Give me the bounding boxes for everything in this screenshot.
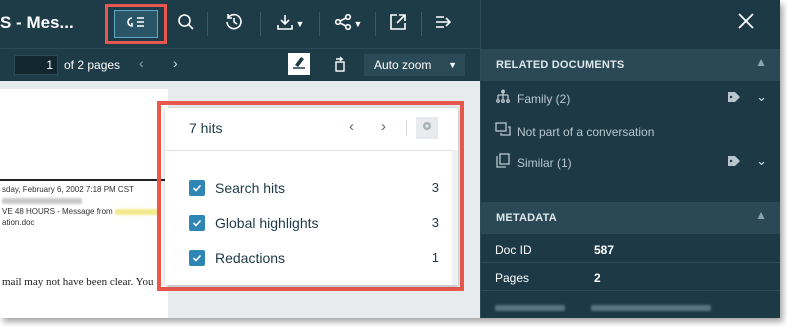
section-title: RELATED DOCUMENTS (496, 59, 625, 71)
checkbox-checked[interactable] (189, 180, 205, 196)
right-sidebar: RELATED DOCUMENTS ▲ Family (2) ⌄ Not par… (480, 0, 780, 318)
external-link-icon (389, 13, 407, 36)
hits-popup-header: 7 hits ‹ › (165, 108, 458, 151)
toolbar-divider (260, 12, 261, 36)
document-viewer: S - Mes... ▼ ▼ 1 of 2 pages ‹ › Auto zoo… (0, 0, 780, 318)
chevron-down-icon: ▼ (353, 19, 363, 29)
search-button[interactable] (172, 8, 200, 40)
related-item-label: Not part of a conversation (517, 125, 655, 139)
document-page: sday, February 6, 2002 7:18 PM CST VE 48… (0, 89, 168, 318)
toolbar-divider (207, 12, 208, 36)
doc-text-line: ation.doc (2, 218, 35, 227)
metadata-value: 2 (594, 271, 601, 285)
related-documents-header[interactable]: RELATED DOCUMENTS ▲ (481, 49, 780, 81)
hit-type-row[interactable]: Search hits 3 (189, 178, 439, 200)
hits-list-icon (126, 15, 146, 34)
related-item-label: Family (2) (517, 92, 571, 106)
share-button[interactable]: ▼ (331, 8, 365, 40)
previous-hit-icon[interactable]: ‹ (349, 118, 354, 135)
search-icon (177, 13, 195, 36)
metadata-truncated-row (495, 299, 735, 311)
metadata-divider (481, 290, 780, 291)
open-external-button[interactable] (384, 8, 412, 40)
checkbox-checked[interactable] (189, 215, 205, 231)
highlighter-button[interactable] (288, 53, 310, 75)
toolbar-divider (375, 12, 376, 36)
history-button[interactable] (220, 8, 248, 40)
exit-button[interactable] (430, 8, 458, 40)
chevron-down-icon[interactable]: ⌄ (756, 153, 767, 169)
toolbar-divider (319, 12, 320, 36)
share-icon (334, 13, 352, 36)
doc-text-line: VE 48 HOURS - Message from (2, 207, 159, 216)
divider-line (0, 179, 168, 181)
highlighter-icon (292, 55, 306, 74)
checkbox-checked[interactable] (189, 250, 205, 266)
history-icon (224, 12, 244, 37)
header-divider (406, 120, 407, 136)
doc-subject-text: VE 48 HOURS - Message from (2, 207, 113, 216)
hit-type-row[interactable]: Redactions 1 (189, 248, 439, 270)
similar-documents-icon (495, 153, 511, 172)
hit-type-row[interactable]: Global highlights 3 (189, 213, 439, 235)
hits-count: 7 hits (189, 120, 223, 136)
next-page-icon[interactable]: › (173, 55, 178, 71)
popup-scrollbar[interactable] (452, 150, 458, 285)
exit-arrow-icon (434, 13, 454, 36)
previous-page-icon[interactable]: ‹ (139, 55, 144, 71)
doc-text-line: sday, February 6, 2002 7:18 PM CST (2, 185, 134, 194)
hits-popup: 7 hits ‹ › Search hits 3 Global highligh… (165, 108, 458, 285)
conversation-icon (495, 122, 513, 141)
metadata-value: 587 (594, 243, 615, 257)
zoom-select[interactable]: Auto zoom ▼ (364, 54, 465, 76)
page-count-label: of 2 pages (64, 58, 121, 72)
page-number-input[interactable]: 1 (14, 55, 58, 75)
gear-icon (421, 119, 433, 137)
hit-type-count: 1 (431, 250, 439, 265)
doc-text-redacted (2, 196, 82, 205)
related-item-similar[interactable]: Similar (1) ⌄ (495, 153, 767, 173)
download-button[interactable]: ▼ (273, 8, 307, 40)
hit-type-label: Global highlights (215, 215, 319, 231)
viewer-toolbar: S - Mes... ▼ ▼ (0, 0, 480, 48)
related-item-conversation: Not part of a conversation (495, 122, 767, 142)
hit-type-label: Redactions (215, 250, 286, 266)
metadata-divider (481, 262, 780, 263)
metadata-key: Doc ID (495, 243, 532, 257)
chevron-up-icon[interactable]: ▲ (755, 55, 767, 69)
hierarchy-icon (495, 89, 511, 108)
rotate-page-button[interactable] (332, 55, 348, 78)
settings-button[interactable] (416, 117, 438, 139)
close-icon (737, 13, 755, 34)
metadata-key: Pages (495, 271, 530, 285)
chevron-down-icon: ▼ (295, 19, 305, 29)
toolbar-divider (421, 12, 422, 36)
rotate-icon (332, 56, 348, 77)
tag-icon[interactable] (727, 91, 741, 106)
hits-toggle-button[interactable] (114, 10, 158, 38)
download-icon (276, 13, 294, 36)
close-button[interactable] (737, 12, 755, 35)
related-item-family[interactable]: Family (2) ⌄ (495, 89, 767, 109)
hit-type-count: 3 (431, 180, 439, 195)
section-title: METADATA (496, 212, 557, 224)
metadata-header[interactable]: METADATA ▲ (481, 202, 780, 234)
hit-type-label: Search hits (215, 180, 286, 196)
hit-type-count: 3 (431, 215, 439, 230)
zoom-value: Auto zoom (374, 58, 432, 72)
related-item-label: Similar (1) (517, 156, 572, 170)
chevron-up-icon[interactable]: ▲ (755, 208, 767, 222)
page-navigation-bar: 1 of 2 pages ‹ › Auto zoom ▼ (0, 48, 480, 81)
chevron-down-icon[interactable]: ⌄ (756, 89, 767, 105)
next-hit-icon[interactable]: › (381, 118, 386, 135)
chevron-down-icon: ▼ (448, 60, 457, 70)
tag-icon[interactable] (727, 155, 741, 170)
document-title: S - Mes... (0, 13, 74, 32)
doc-body-text: mail may not have been clear. You (2, 276, 154, 288)
